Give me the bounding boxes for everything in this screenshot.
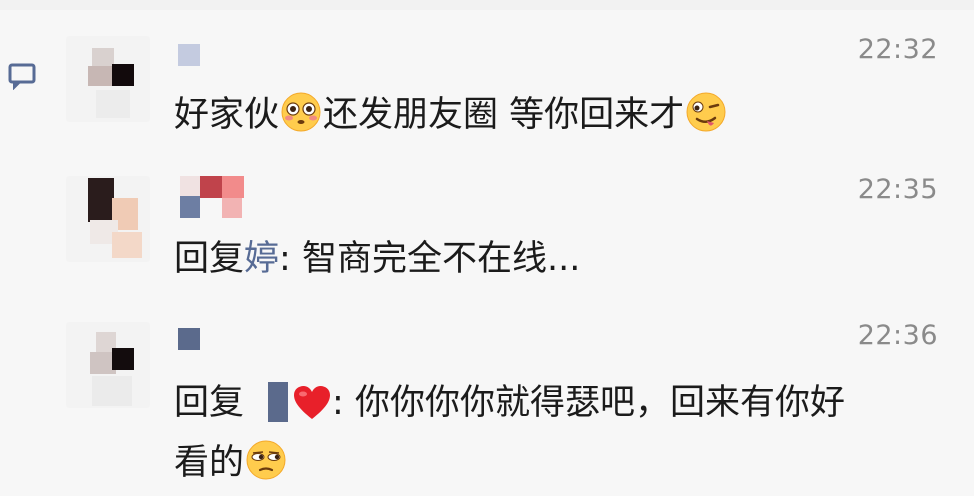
comment-text-part: 看的 — [174, 443, 245, 483]
reply-to-user-link[interactable] — [268, 382, 289, 422]
comment-text-part: 还发朋友圈 等你回来才 — [323, 95, 685, 135]
unamused-face-icon — [246, 440, 286, 480]
comment-icon[interactable] — [6, 62, 38, 90]
zany-face-icon — [686, 92, 726, 132]
comment-time: 22:32 — [857, 34, 938, 65]
comment-text: 回复婷: 智商完全不在线... — [174, 226, 580, 292]
user-name[interactable] — [178, 174, 250, 218]
user-name[interactable] — [178, 326, 208, 362]
reply-colon: : — [332, 383, 344, 423]
reply-colon: : — [279, 239, 291, 279]
comment-text: 好家伙 还发朋友圈 等你回来才 — [174, 82, 728, 148]
comment-text-part: 好家伙 — [174, 95, 280, 135]
flushed-face-icon — [281, 92, 321, 132]
comment-time: 22:35 — [857, 174, 938, 205]
user-name[interactable] — [178, 42, 208, 78]
comment-text-part: 智商完全不在线... — [290, 239, 581, 279]
avatar[interactable] — [66, 322, 150, 408]
avatar[interactable] — [66, 176, 150, 262]
comment-text-line2: 看的 — [174, 430, 288, 496]
avatar[interactable] — [66, 36, 150, 122]
comment-time: 22:36 — [857, 320, 938, 351]
comment-text: 回复 : 你你你你就得瑟吧，回来有你好 — [174, 370, 845, 436]
red-heart-icon — [294, 386, 331, 419]
reply-to-user-link[interactable]: 婷 — [244, 239, 279, 279]
top-divider — [0, 0, 974, 10]
reply-prefix: 回复 — [174, 383, 245, 423]
comment-text-part: 你你你你就得瑟吧，回来有你好 — [343, 383, 845, 423]
reply-prefix: 回复 — [174, 239, 245, 279]
